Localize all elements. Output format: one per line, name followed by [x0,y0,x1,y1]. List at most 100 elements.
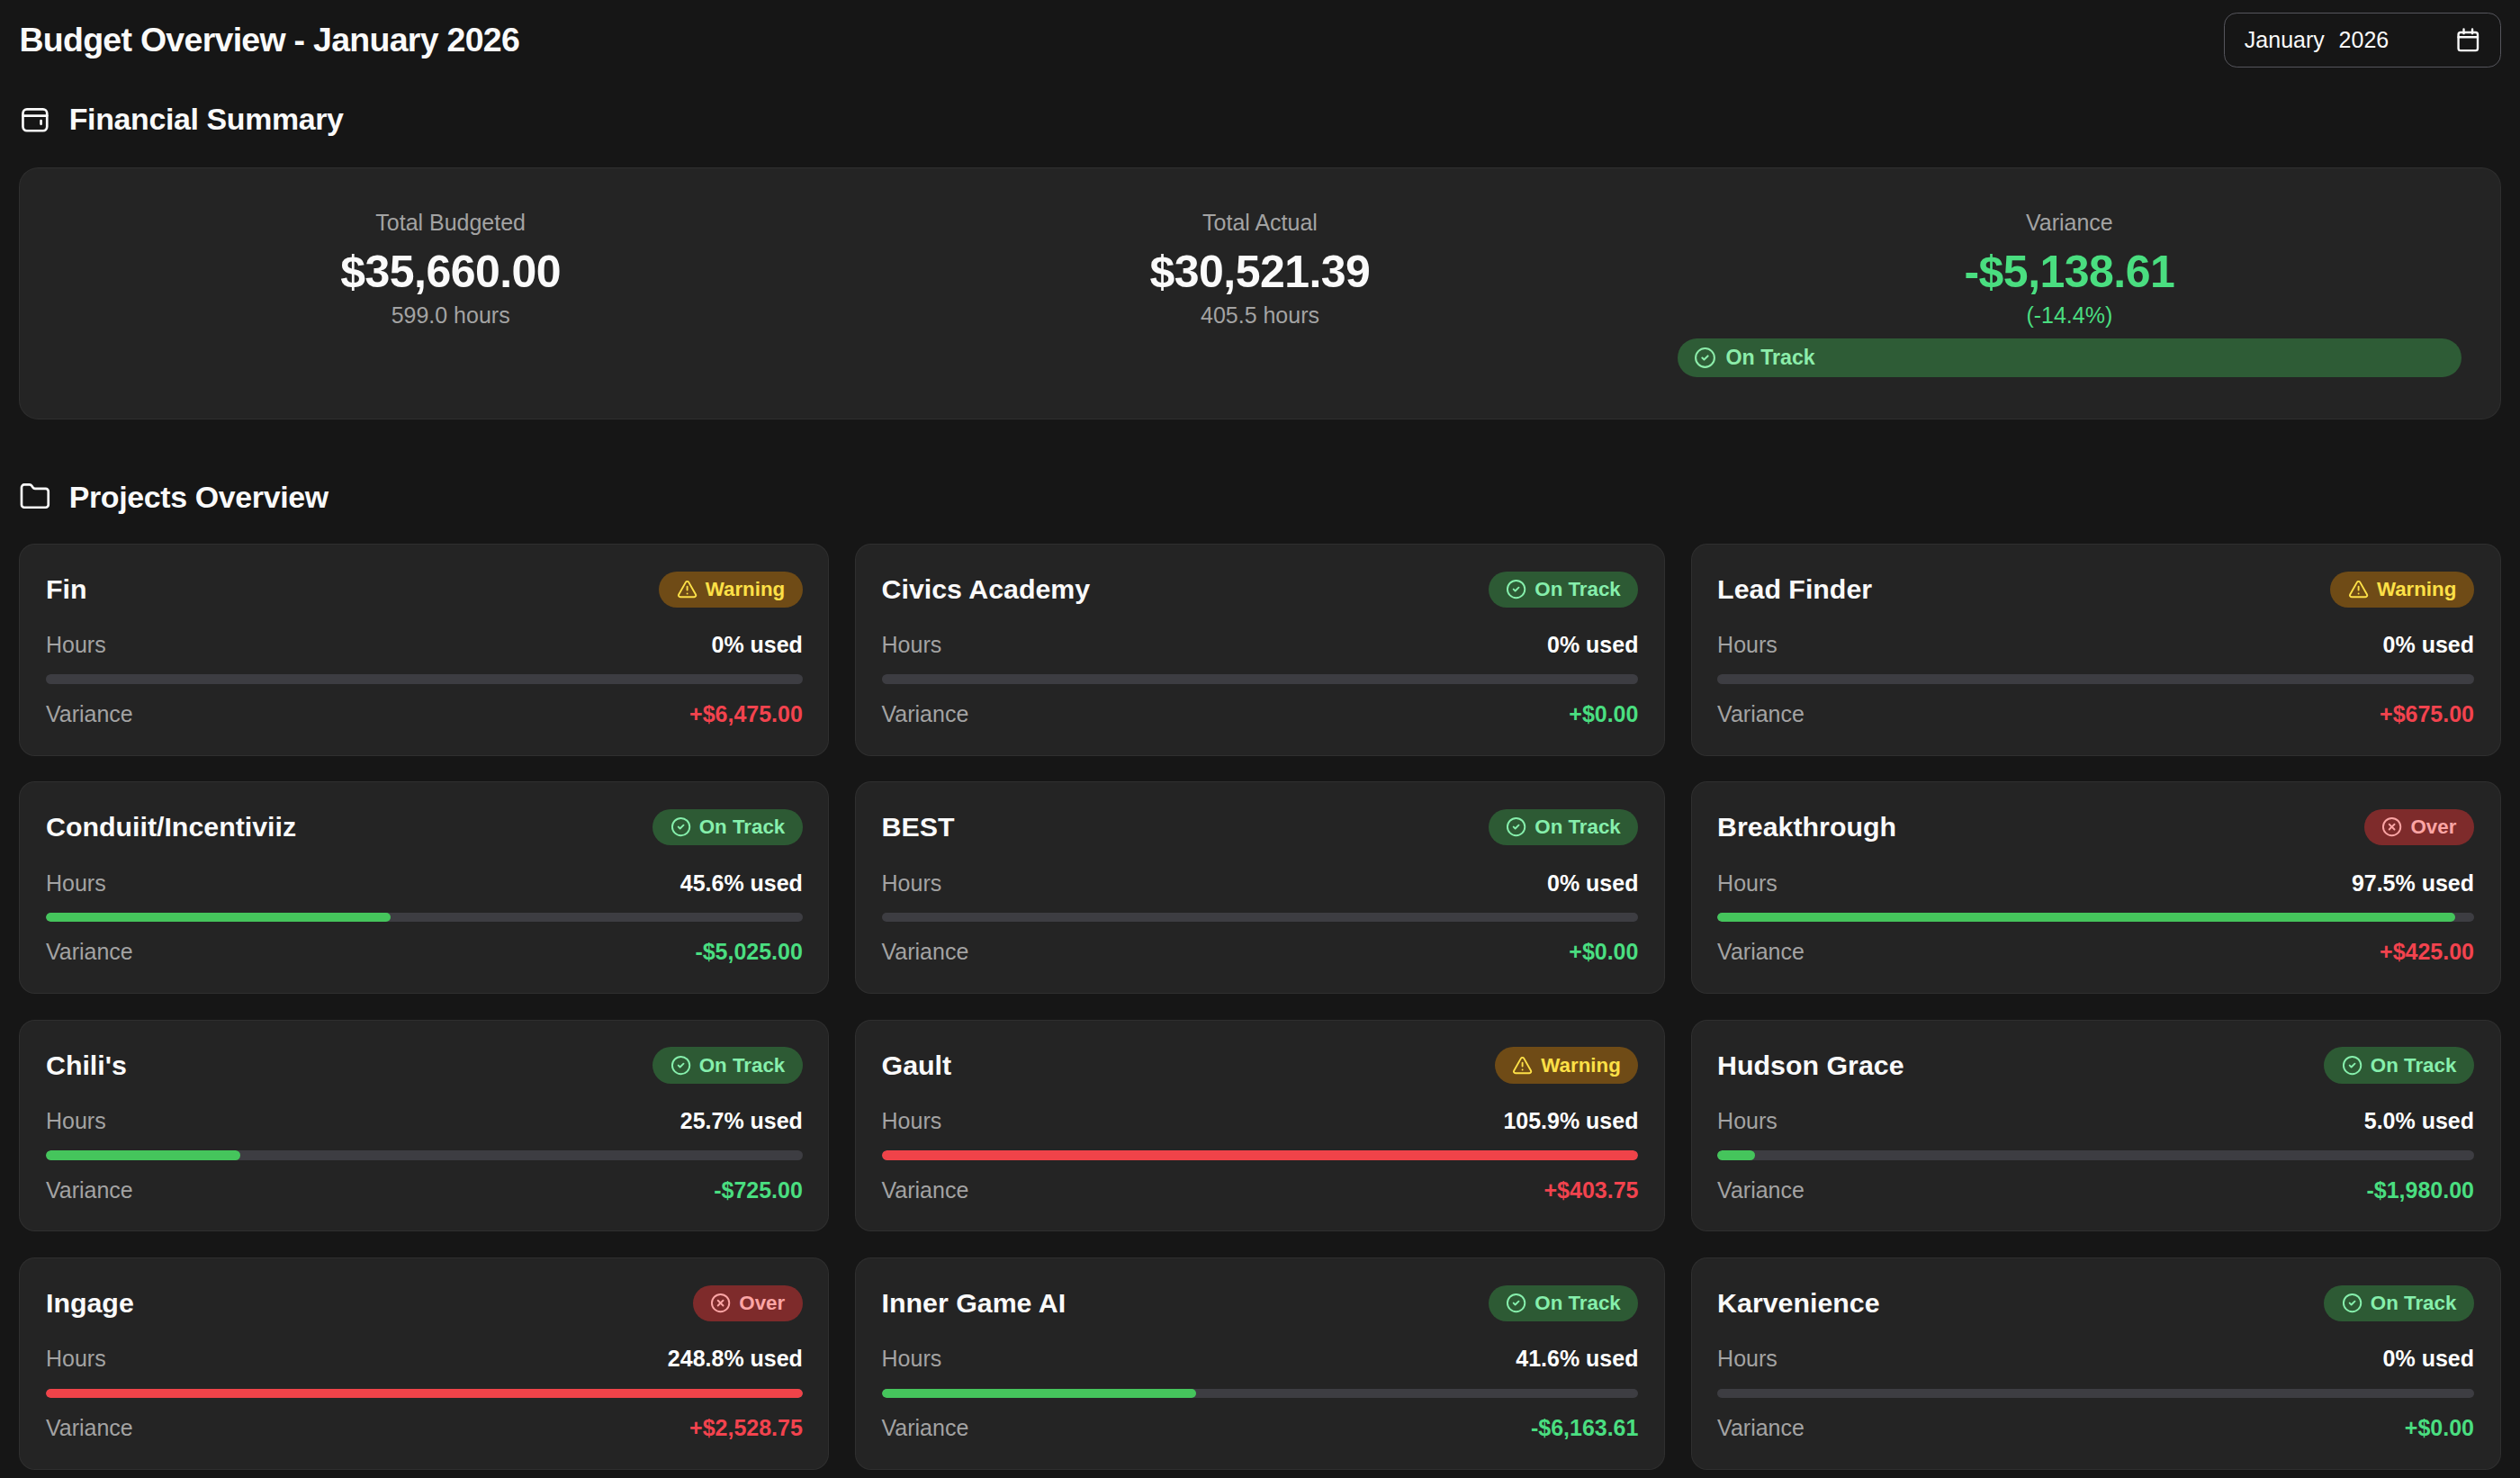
alert-triangle-icon [677,579,698,599]
variance-label: Variance [882,1414,969,1441]
hours-row: Hours 5.0% used [1717,1107,2474,1134]
project-variance-value: +$6,475.00 [689,700,803,727]
total-budgeted-col: Total Budgeted $35,660.00 599.0 hours [58,207,842,377]
project-status-label: On Track [2371,1054,2457,1077]
hours-used-value: 45.6% used [680,870,803,897]
variance-row: Variance -$725.00 [46,1176,803,1203]
hours-progress-bar [46,674,803,684]
calendar-icon[interactable] [2455,27,2481,53]
project-variance-value: +$403.75 [1544,1176,1639,1203]
hours-label: Hours [46,1345,106,1372]
hours-label: Hours [1717,870,1778,897]
variance-row: Variance +$403.75 [882,1176,1639,1203]
project-card: Chili's On Track Hours 25.7% used Varian… [19,1020,829,1232]
hours-used-value: 25.7% used [680,1107,803,1134]
project-status-badge: On Track [1489,809,1639,845]
project-status-badge: On Track [1489,1285,1639,1321]
hours-progress-fill [1717,913,2455,923]
hours-used-value: 0% used [1547,870,1638,897]
project-card: Lead Finder Warning Hours 0% used Varian… [1691,544,2501,756]
project-name: Ingage [46,1288,134,1319]
project-card: Civics Academy On Track Hours 0% used Va… [855,544,1665,756]
variance-row: Variance -$1,980.00 [1717,1176,2474,1203]
project-variance-value: -$725.00 [714,1176,803,1203]
check-circle-icon [2342,1055,2362,1076]
hours-used-value: 41.6% used [1516,1345,1638,1372]
variance-row: Variance -$6,163.61 [882,1414,1639,1441]
hours-progress-bar [1717,913,2474,923]
project-status-badge: Warning [2330,572,2474,608]
project-status-label: Warning [706,578,785,601]
hours-label: Hours [882,1345,942,1372]
hours-label: Hours [1717,631,1778,658]
variance-row: Variance +$425.00 [1717,938,2474,965]
project-card: Inner Game AI On Track Hours 41.6% used … [855,1257,1665,1470]
project-status-label: On Track [1534,578,1621,601]
project-variance-value: +$675.00 [2380,700,2474,727]
project-variance-value: -$1,980.00 [2367,1176,2474,1203]
hours-row: Hours 0% used [882,870,1639,897]
project-name: Inner Game AI [882,1288,1066,1319]
project-card-header: Chili's On Track [46,1046,803,1085]
overall-status-pill: On Track [1678,338,2462,377]
wallet-icon [19,103,51,135]
hours-row: Hours 0% used [882,631,1639,658]
hours-label: Hours [1717,1345,1778,1372]
hours-progress-bar [882,1150,1639,1160]
project-status-label: On Track [699,1054,786,1077]
variance-label: Variance [1717,1414,1804,1441]
hours-progress-bar [882,913,1639,923]
month-picker[interactable]: January 2026 [2224,13,2500,68]
project-status-badge: Over [693,1285,803,1321]
hours-row: Hours 45.6% used [46,870,803,897]
total-actual-col: Total Actual $30,521.39 405.5 hours [868,207,1652,377]
variance-label: Variance [46,1414,133,1441]
hours-progress-bar [882,1389,1639,1399]
hours-row: Hours 105.9% used [882,1107,1639,1134]
variance-row: Variance +$0.00 [882,700,1639,727]
project-variance-value: +$2,528.75 [689,1414,803,1441]
project-card-header: Civics Academy On Track [882,570,1639,608]
project-name: Gault [882,1050,952,1081]
project-card-header: Karvenience On Track [1717,1284,2474,1322]
total-actual-hours: 405.5 hours [868,300,1652,332]
project-status-badge: Over [2364,809,2474,845]
project-card-header: BEST On Track [882,808,1639,847]
project-status-label: Over [2410,816,2456,839]
project-status-label: Warning [2377,578,2456,601]
page-title: Budget Overview - January 2026 [19,21,519,59]
total-budgeted-label: Total Budgeted [58,207,842,239]
project-card: Conduiit/Incentiviiz On Track Hours 45.6… [19,781,829,994]
hours-label: Hours [882,631,942,658]
hours-progress-fill [1717,1150,1755,1160]
project-variance-value: +$0.00 [2405,1414,2474,1441]
hours-label: Hours [46,870,106,897]
projects-overview-heading: Projects Overview [19,478,2500,517]
alert-triangle-icon [1512,1055,1533,1076]
project-variance-value: -$6,163.61 [1531,1414,1638,1441]
project-status-badge: Warning [1495,1047,1639,1083]
hours-used-value: 97.5% used [2352,870,2474,897]
overall-status-label: On Track [1725,346,1814,370]
project-card: Ingage Over Hours 248.8% used Variance +… [19,1257,829,1470]
hours-row: Hours 41.6% used [882,1345,1639,1372]
x-circle-icon [2381,816,2402,837]
project-card-header: Breakthrough Over [1717,808,2474,847]
project-name: Lead Finder [1717,574,1872,605]
project-card: Hudson Grace On Track Hours 5.0% used Va… [1691,1020,2501,1232]
hours-row: Hours 248.8% used [46,1345,803,1372]
project-card: Karvenience On Track Hours 0% used Varia… [1691,1257,2501,1470]
x-circle-icon [710,1293,731,1313]
project-status-badge: On Track [2324,1047,2474,1083]
hours-used-value: 5.0% used [2364,1107,2474,1134]
project-card-header: Gault Warning [882,1046,1639,1085]
variance-label: Variance [882,700,969,727]
hours-label: Hours [1717,1107,1778,1134]
financial-summary-title: Financial Summary [69,100,344,139]
variance-label: Variance [1717,938,1804,965]
budget-overview-page: Budget Overview - January 2026 January 2… [0,0,2520,1470]
hours-label: Hours [882,870,942,897]
project-card-header: Hudson Grace On Track [1717,1046,2474,1085]
hours-row: Hours 25.7% used [46,1107,803,1134]
hours-used-value: 0% used [1547,631,1638,658]
